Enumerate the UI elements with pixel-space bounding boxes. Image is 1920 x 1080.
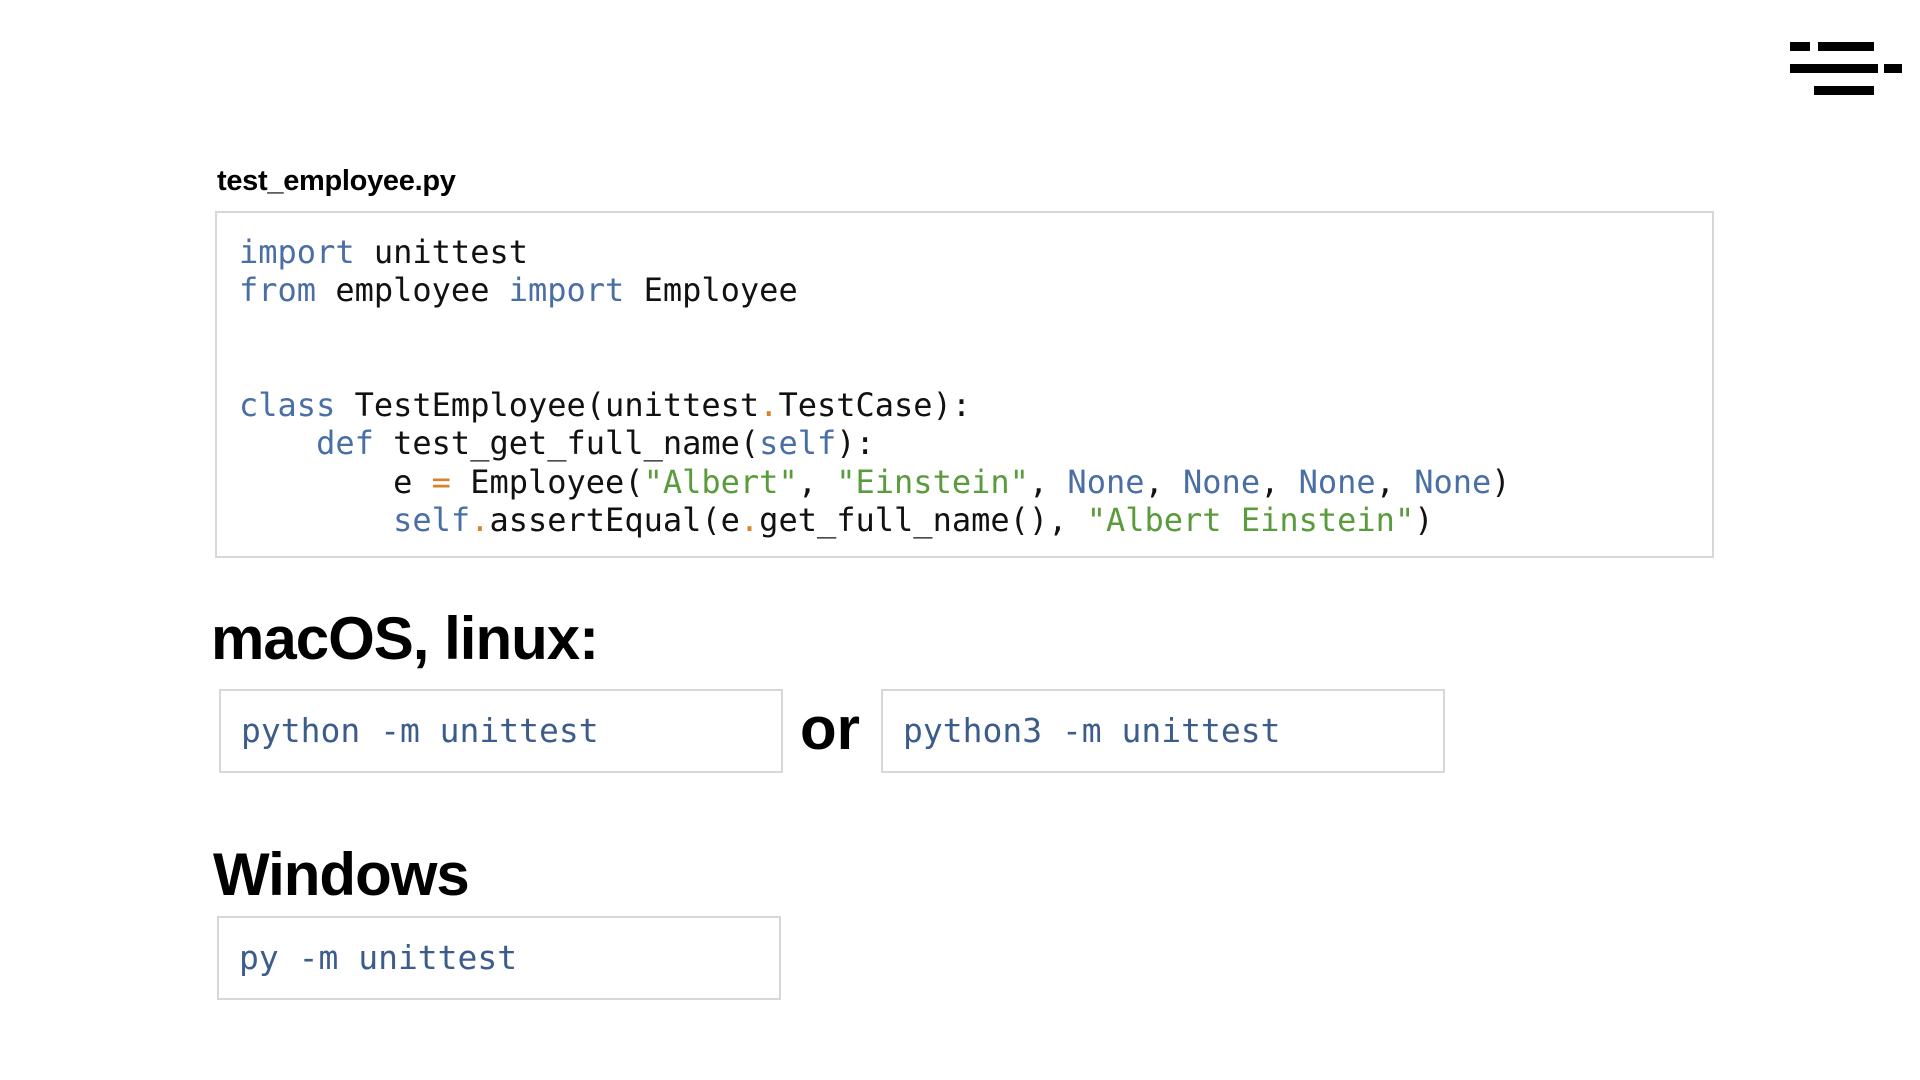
code-line: class TestEmployee(unittest.TestCase): [239, 386, 971, 424]
code-token: Employee [624, 271, 798, 310]
python3-command-text: python3 -m unittest [903, 711, 1281, 750]
code-token: TestCase): [778, 386, 972, 425]
code-token: "Einstein" [836, 462, 1029, 501]
code-token: . [470, 501, 490, 540]
code-token: self [759, 424, 837, 463]
code-line: e = Employee("Albert", "Einstein", None,… [239, 462, 1511, 501]
or-label: or [800, 695, 860, 762]
py-command-box: py -m unittest [217, 916, 781, 1000]
code-token: get_full_name(), [759, 501, 1087, 540]
code-token: TestEmployee(unittest [335, 386, 760, 425]
code-token: def [316, 424, 374, 463]
code-token: , [1144, 462, 1184, 501]
code-block: import unittest from employee import Emp… [215, 211, 1714, 558]
code-line: self.assertEqual(e.get_full_name(), "Alb… [239, 501, 1433, 539]
windows-heading: Windows [213, 841, 470, 908]
file-name-label: test_employee.py [217, 165, 456, 197]
code-token: None [1414, 462, 1492, 501]
code-token: ) [1414, 501, 1434, 540]
code-token: . [739, 501, 760, 540]
code-line: from employee import Employee [239, 271, 798, 309]
code-token: import [508, 271, 625, 310]
code-token: , [1375, 462, 1415, 501]
code-token: "Albert Einstein" [1086, 501, 1415, 540]
code-token: , [1028, 462, 1068, 501]
python3-command-box: python3 -m unittest [881, 689, 1445, 773]
code-token: ): [836, 424, 875, 463]
code-line: def test_get_full_name(self): [239, 424, 875, 462]
python-command-box: python -m unittest [219, 689, 783, 773]
code-token: import [239, 233, 355, 271]
brand-logo-icon [1790, 42, 1902, 96]
code-token: , [797, 462, 837, 501]
py-command-text: py -m unittest [239, 938, 518, 977]
code-token: ) [1491, 462, 1511, 501]
python-command-text: python -m unittest [241, 711, 599, 750]
code-token: class [239, 386, 336, 425]
code-token: assertEqual(e [489, 501, 740, 540]
code-token: unittest [354, 233, 528, 271]
code-token: . [759, 386, 779, 425]
code-token: None [1067, 462, 1145, 501]
code-token: None [1183, 462, 1261, 501]
code-line: import unittest [239, 233, 528, 271]
code-token: Employee( [450, 462, 644, 501]
code-token: = [431, 462, 451, 501]
code-token: e [239, 462, 432, 501]
code-token: employee [316, 271, 509, 310]
code-token: "Albert" [643, 462, 798, 501]
code-token: test_get_full_name( [373, 424, 760, 463]
code-token: from [239, 271, 317, 310]
code-token: None [1298, 462, 1376, 501]
code-token: self [393, 501, 471, 540]
code-content: import unittest from employee import Emp… [239, 233, 1511, 539]
macos-linux-heading: macOS, linux: [211, 605, 599, 672]
code-token: , [1260, 462, 1299, 501]
